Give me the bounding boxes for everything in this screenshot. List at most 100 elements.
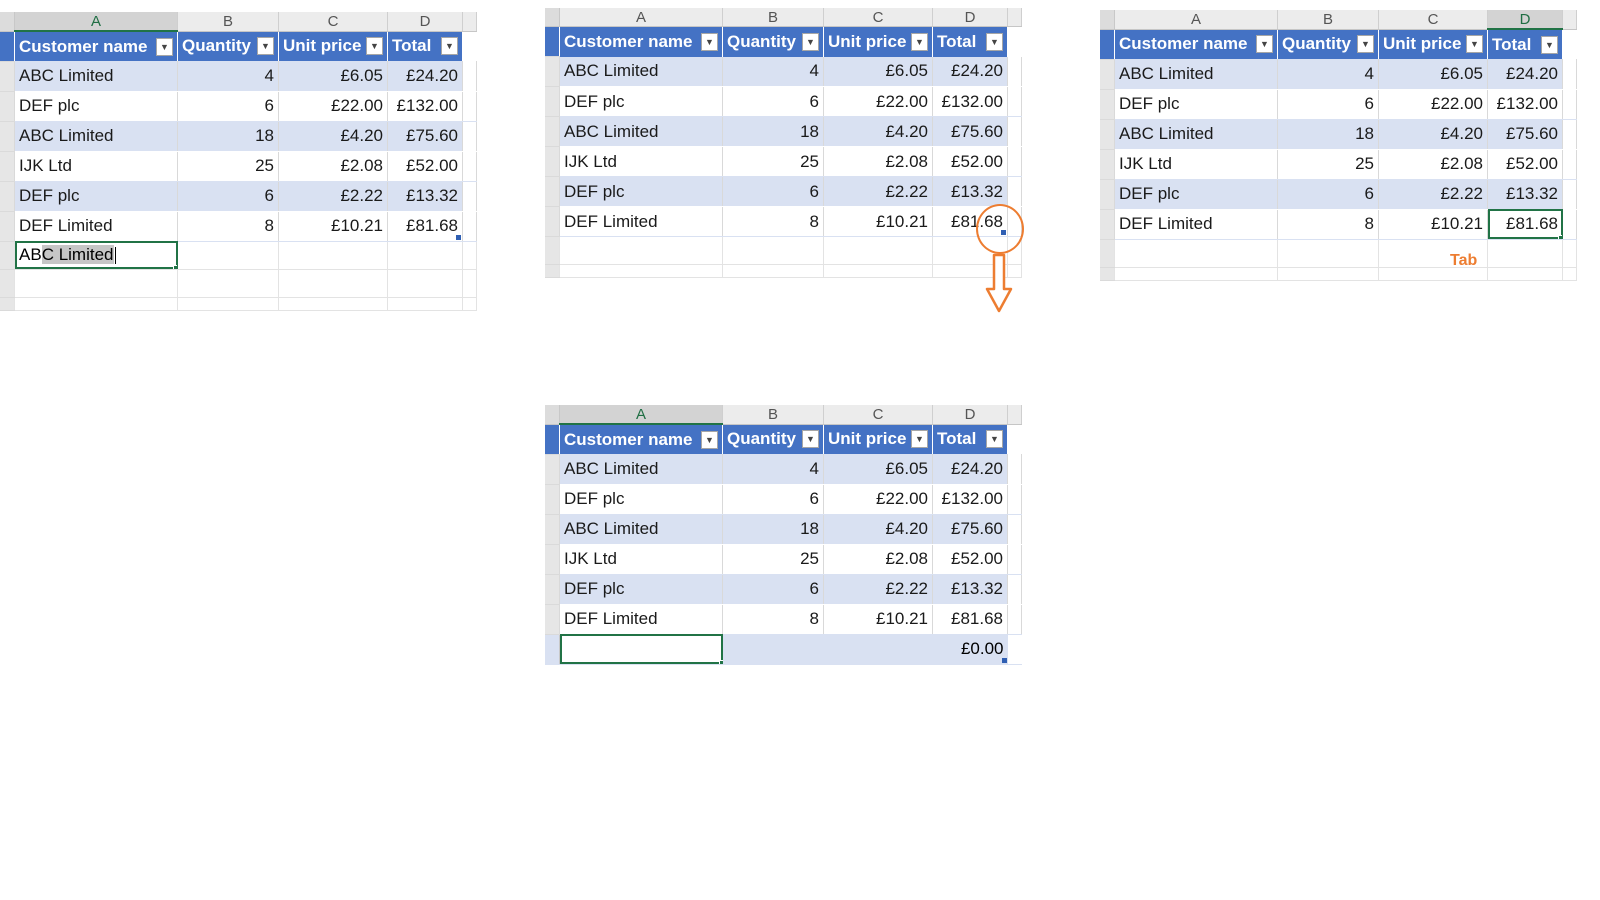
cell-total[interactable]: £13.32 <box>1487 179 1563 210</box>
empty-cell[interactable] <box>1007 86 1022 117</box>
row-number[interactable] <box>545 146 560 177</box>
empty-cell[interactable] <box>462 241 477 270</box>
cell-customer[interactable]: DEF Limited <box>14 211 178 242</box>
cell-customer[interactable]: DEF Limited <box>1114 209 1278 240</box>
column-header-d[interactable]: D <box>932 8 1008 27</box>
cell-quantity[interactable]: 6 <box>1277 89 1379 120</box>
cell-customer[interactable]: DEF Limited <box>559 206 723 237</box>
column-header-c[interactable]: C <box>823 405 933 425</box>
cell-customer[interactable]: IJK Ltd <box>559 544 723 575</box>
cell-total[interactable]: £52.00 <box>1487 149 1563 180</box>
cell-total[interactable]: £24.20 <box>387 61 463 92</box>
row-number[interactable] <box>0 91 15 122</box>
row-number[interactable] <box>545 86 560 117</box>
row-number[interactable] <box>1100 149 1115 180</box>
active-cell-total[interactable]: £81.68 <box>1487 209 1563 240</box>
cell-total[interactable]: £132.00 <box>932 484 1008 515</box>
empty-cell[interactable] <box>1562 267 1577 281</box>
cell-customer[interactable]: ABC Limited <box>1114 59 1278 90</box>
cell-quantity[interactable]: 6 <box>177 181 279 212</box>
cell-total[interactable]: £75.60 <box>932 514 1008 545</box>
empty-cell[interactable] <box>1562 89 1577 120</box>
column-header-c[interactable]: C <box>1378 10 1488 30</box>
cell-customer[interactable]: DEF plc <box>559 484 723 515</box>
cell-total[interactable]: £52.00 <box>387 151 463 182</box>
empty-cell[interactable] <box>387 241 463 270</box>
empty-cell[interactable] <box>559 236 723 265</box>
row-number[interactable] <box>0 61 15 92</box>
empty-cell[interactable] <box>1007 514 1022 545</box>
column-header-d[interactable]: D <box>932 405 1008 425</box>
cell-unit-price[interactable]: £22.00 <box>823 484 933 515</box>
row-number[interactable] <box>545 176 560 207</box>
new-row-cell[interactable] <box>823 634 933 665</box>
row-number[interactable] <box>1100 59 1115 90</box>
column-header-e[interactable] <box>1007 405 1022 425</box>
empty-cell[interactable] <box>177 269 279 298</box>
empty-cell[interactable] <box>823 236 933 265</box>
column-header-c[interactable]: C <box>278 12 388 32</box>
cell-customer[interactable]: DEF plc <box>1114 89 1278 120</box>
cell-total[interactable]: £75.60 <box>387 121 463 152</box>
column-header-e[interactable] <box>462 12 477 32</box>
cell-unit-price[interactable]: £22.00 <box>1378 89 1488 120</box>
dropdown-arrow-icon[interactable]: ▼ <box>802 430 819 449</box>
cell-total[interactable]: £52.00 <box>932 544 1008 575</box>
column-header-a[interactable]: A <box>14 12 178 32</box>
empty-cell[interactable] <box>1562 209 1577 240</box>
empty-cell[interactable] <box>1007 574 1022 605</box>
column-header-b[interactable]: B <box>177 12 279 32</box>
empty-cell[interactable] <box>462 297 477 311</box>
dropdown-arrow-icon[interactable]: ▼ <box>701 32 718 51</box>
header-customer-name[interactable]: Customer name ▼ <box>559 26 723 57</box>
empty-cell[interactable] <box>1562 29 1577 59</box>
cell-quantity[interactable]: 6 <box>1277 179 1379 210</box>
cell-customer[interactable]: IJK Ltd <box>14 151 178 182</box>
cell-unit-price[interactable]: £22.00 <box>823 86 933 117</box>
cell-quantity[interactable]: 25 <box>722 544 824 575</box>
header-customer-name[interactable]: Customer name ▼ <box>14 31 178 61</box>
cell-quantity[interactable]: 6 <box>177 91 279 122</box>
cell-customer[interactable]: ABC Limited <box>559 116 723 147</box>
cell-unit-price[interactable]: £22.00 <box>278 91 388 122</box>
column-header-b[interactable]: B <box>1277 10 1379 30</box>
cell-unit-price[interactable]: £2.08 <box>823 544 933 575</box>
cell-total[interactable]: £24.20 <box>932 454 1008 485</box>
cell-total[interactable]: £13.32 <box>387 181 463 212</box>
row-number[interactable] <box>0 121 15 152</box>
empty-cell[interactable] <box>722 236 824 265</box>
new-row-cell[interactable] <box>722 634 824 665</box>
empty-cell[interactable] <box>1007 634 1022 665</box>
empty-cell[interactable] <box>1007 206 1022 237</box>
cell-unit-price[interactable]: £4.20 <box>1378 119 1488 150</box>
cell-total[interactable]: £81.68 <box>932 604 1008 635</box>
cell-unit-price[interactable]: £2.08 <box>823 146 933 177</box>
row-number[interactable] <box>545 26 560 57</box>
header-customer-name[interactable]: Customer name ▼ <box>1114 29 1278 59</box>
dropdown-arrow-icon[interactable]: ▼ <box>986 430 1003 449</box>
cell-unit-price[interactable]: £2.08 <box>278 151 388 182</box>
cell-unit-price[interactable]: £2.08 <box>1378 149 1488 180</box>
row-number[interactable] <box>0 151 15 182</box>
dropdown-arrow-icon[interactable]: ▼ <box>441 37 458 56</box>
cell-customer[interactable]: ABC Limited <box>559 514 723 545</box>
header-quantity[interactable]: Quantity ▼ <box>722 26 824 57</box>
cell-total[interactable]: £75.60 <box>932 116 1008 147</box>
cell-quantity[interactable]: 25 <box>722 146 824 177</box>
cell-customer[interactable]: DEF plc <box>559 86 723 117</box>
cell-quantity[interactable]: 8 <box>722 604 824 635</box>
empty-cell[interactable] <box>1562 179 1577 210</box>
row-number[interactable] <box>545 116 560 147</box>
cell-quantity[interactable]: 6 <box>722 574 824 605</box>
cell-total-new-row[interactable]: £0.00 <box>932 634 1008 665</box>
cell-unit-price[interactable]: £6.05 <box>823 56 933 87</box>
cell-customer[interactable]: ABC Limited <box>14 61 178 92</box>
cell-customer[interactable]: ABC Limited <box>14 121 178 152</box>
empty-cell[interactable] <box>462 31 477 61</box>
cell-total-with-fill-handle[interactable]: £81.68 <box>932 206 1008 237</box>
empty-cell[interactable] <box>1277 267 1379 281</box>
row-number[interactable] <box>1100 29 1115 60</box>
select-all-corner[interactable] <box>545 405 560 425</box>
cell-quantity[interactable]: 8 <box>177 211 279 242</box>
empty-cell[interactable] <box>1562 119 1577 150</box>
